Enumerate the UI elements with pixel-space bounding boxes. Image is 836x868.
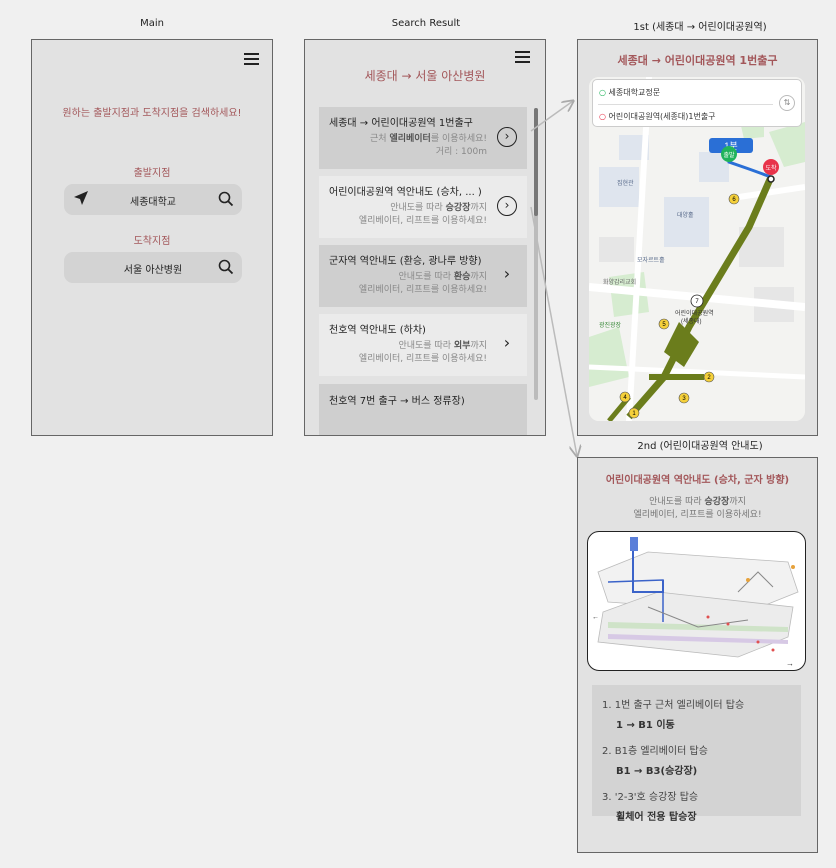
step-item: 3. '2-3'호 승강장 탑승 휠체어 전용 탑승장 bbox=[602, 792, 699, 823]
map-label-station: 어린이대공원역 bbox=[675, 309, 714, 317]
map-label-station-sub: (세종대) bbox=[681, 317, 702, 325]
station-guide-screen: 어린이대공원역 역안내도 (승차, 군자 방향) 안내도를 따라 승강장까지 엘… bbox=[577, 457, 818, 853]
map-label-church: 화양감리교회 bbox=[603, 278, 636, 286]
end-pin: 도착 bbox=[765, 164, 777, 172]
step-item: 1. 1번 출구 근처 엘리베이터 탑승 1 → B1 이동 bbox=[602, 700, 745, 731]
route-map-screen: 세종대 → 어린이대공원역 1번출구 1분 출발 도착 6 7 5 2 3 4 … bbox=[577, 39, 818, 436]
destination-dot-icon: ○ bbox=[599, 112, 606, 121]
swap-icon[interactable]: ⇅ bbox=[779, 95, 795, 111]
guide-description: 안내도를 따라 승강장까지 엘리베이터, 리프트를 이용하세요! bbox=[633, 497, 762, 520]
map-label-building3: 모자르트홀 bbox=[637, 256, 665, 264]
start-pin: 출발 bbox=[723, 151, 735, 159]
origin-dot-icon: ○ bbox=[599, 88, 606, 97]
map-label-building1: 집현관 bbox=[617, 179, 634, 187]
svg-text:←: ← bbox=[592, 614, 599, 621]
origin-row[interactable]: ○ 세종대학교정문 bbox=[599, 87, 660, 98]
map-graphic: 1분 출발 도착 6 7 5 2 3 4 1 집현관 대양홀 모자르트홀 화양감… bbox=[589, 77, 805, 421]
step-list: 1. 1번 출구 근처 엘리베이터 탑승 1 → B1 이동 2. B1층 엘리… bbox=[592, 685, 801, 823]
destination-row[interactable]: ○ 어린이대공원역(세종대)1번출구 bbox=[599, 111, 716, 122]
map-label-square: 광진광장 bbox=[599, 321, 622, 329]
step-item: 2. B1층 엘리베이터 탑승 B1 → B3(승강장) bbox=[602, 746, 708, 777]
map-title: 세종대 → 어린이대공원역 1번출구 bbox=[617, 54, 778, 67]
route-input-box[interactable]: ○ 세종대학교정문 ○ 어린이대공원역(세종대)1번출구 ⇅ bbox=[592, 79, 802, 127]
station-diagram-graphic: ← → bbox=[592, 537, 799, 668]
map-view[interactable]: 1분 출발 도착 6 7 5 2 3 4 1 집현관 대양홀 모자르트홀 화양감… bbox=[589, 77, 805, 421]
svg-text:→: → bbox=[786, 659, 794, 668]
station-diagram[interactable]: ← → bbox=[587, 531, 806, 671]
guide-title: 어린이대공원역 역안내도 (승차, 군자 방향) bbox=[605, 475, 790, 486]
map-label-building2: 대양홀 bbox=[677, 211, 694, 219]
